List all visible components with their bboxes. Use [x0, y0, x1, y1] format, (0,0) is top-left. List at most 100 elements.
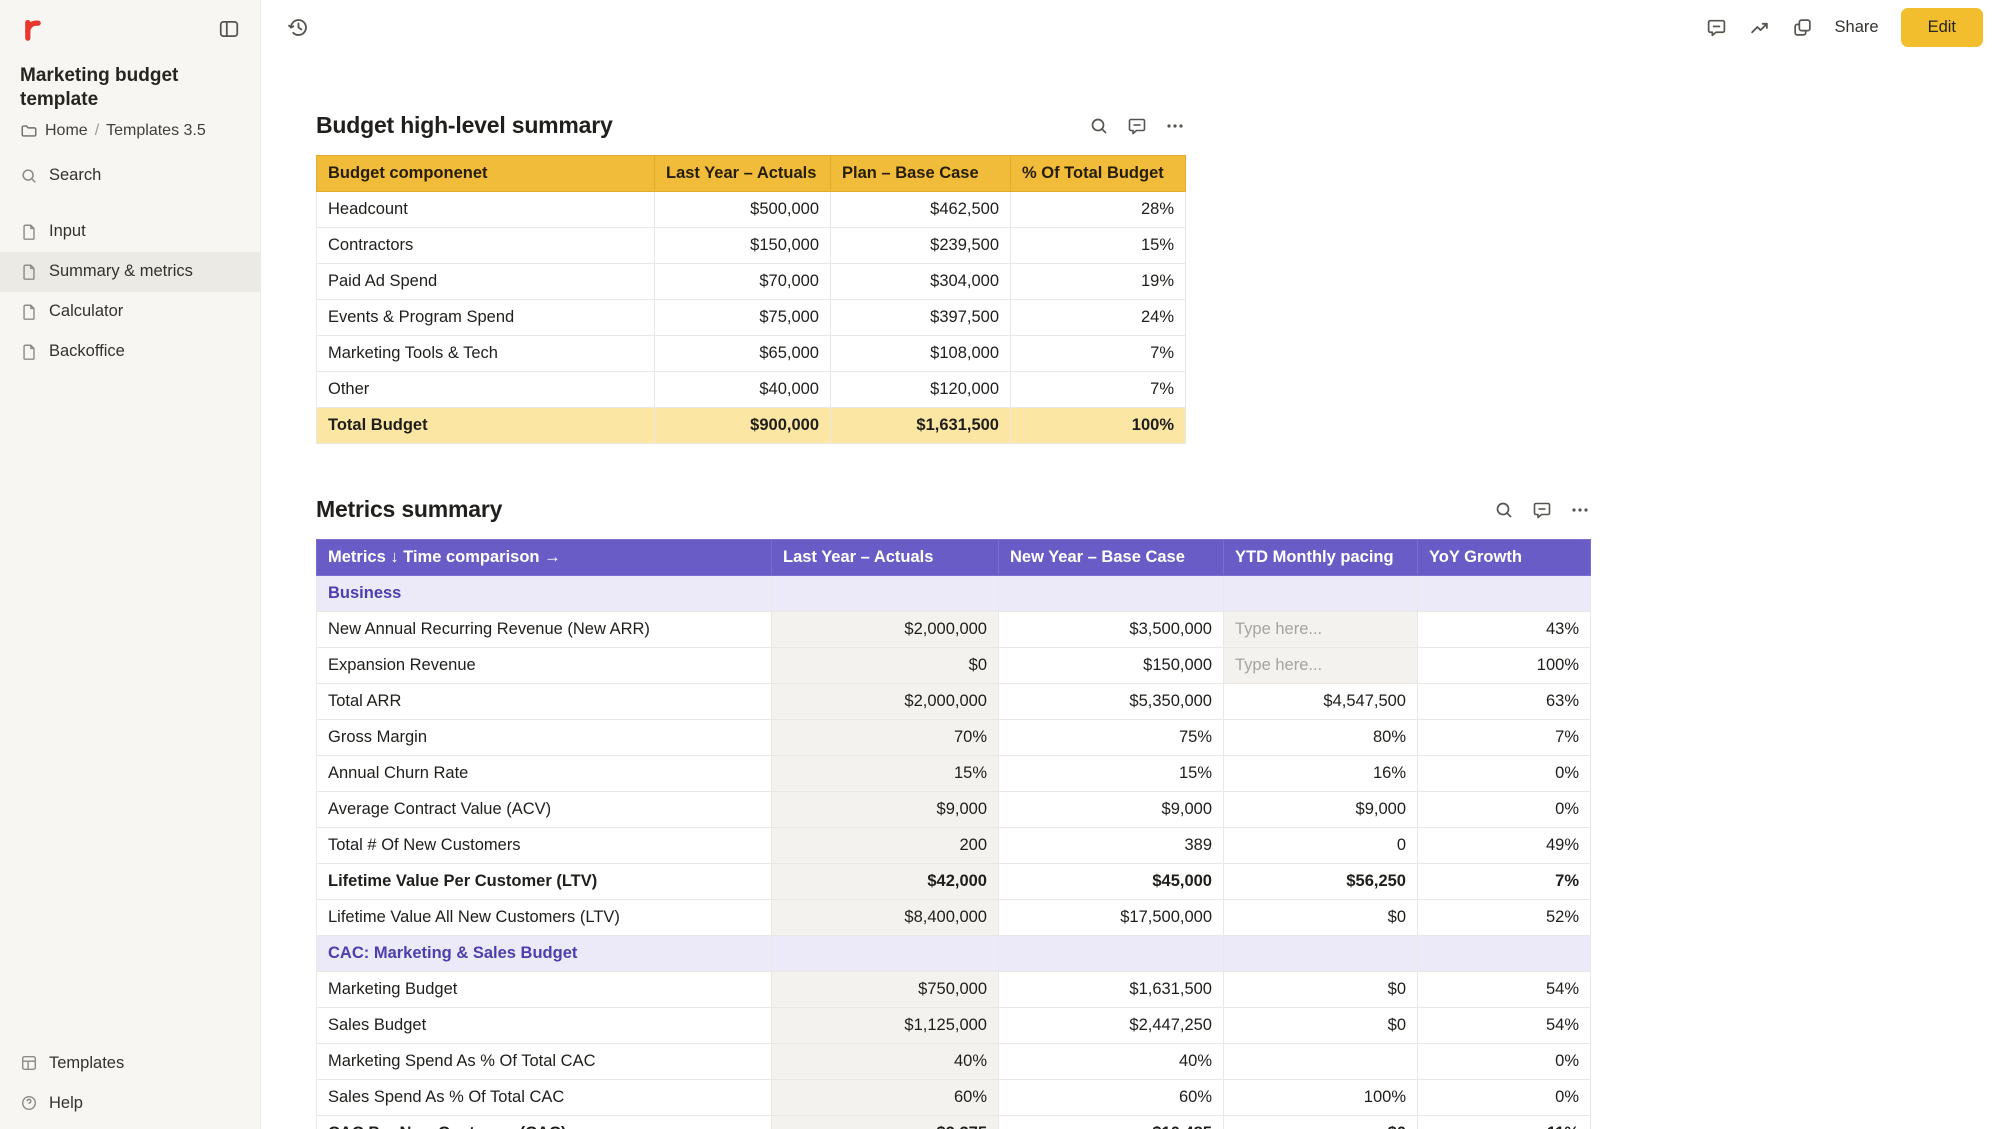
trend-icon[interactable] — [1749, 17, 1770, 38]
budget-cell[interactable]: 28% — [1010, 191, 1186, 228]
metrics-cell[interactable]: Total ARR — [316, 683, 772, 720]
budget-total-cell[interactable]: $1,631,500 — [830, 407, 1011, 444]
budget-cell[interactable]: Headcount — [316, 191, 655, 228]
metrics-cell[interactable]: 75% — [998, 719, 1224, 756]
history-icon[interactable] — [287, 16, 310, 39]
metrics-cell[interactable]: Average Contract Value (ACV) — [316, 791, 772, 828]
metrics-column-header[interactable]: Last Year – Actuals — [771, 539, 999, 576]
budget-cell[interactable]: 7% — [1010, 371, 1186, 408]
share-button[interactable]: Share — [1835, 18, 1879, 37]
metrics-cell[interactable]: 40% — [998, 1043, 1224, 1080]
more-icon[interactable] — [1165, 116, 1185, 136]
metrics-cell[interactable]: 49% — [1417, 827, 1591, 864]
metrics-cell[interactable]: Expansion Revenue — [316, 647, 772, 684]
metrics-cell[interactable]: 63% — [1417, 683, 1591, 720]
metrics-cell[interactable]: 43% — [1417, 611, 1591, 648]
budget-cell[interactable]: $462,500 — [830, 191, 1011, 228]
budget-cell[interactable]: $65,000 — [654, 335, 831, 372]
metrics-cell[interactable]: 0% — [1417, 1079, 1591, 1116]
section-label-cell[interactable]: CAC: Marketing & Sales Budget — [316, 935, 772, 972]
metrics-cell[interactable]: 389 — [998, 827, 1224, 864]
metrics-cell[interactable]: 54% — [1417, 971, 1591, 1008]
budget-cell[interactable]: 19% — [1010, 263, 1186, 300]
budget-cell[interactable]: $108,000 — [830, 335, 1011, 372]
metrics-cell[interactable]: 52% — [1417, 899, 1591, 936]
sidebar-item-calculator[interactable]: Calculator — [0, 292, 260, 332]
document-canvas[interactable]: Budget high-level summary Budget compone… — [261, 54, 1999, 1129]
metrics-cell[interactable]: 15% — [771, 755, 999, 792]
metrics-cell[interactable]: $0 — [1223, 899, 1418, 936]
metrics-table-title[interactable]: Metrics summary — [316, 496, 502, 523]
budget-cell[interactable]: $150,000 — [654, 227, 831, 264]
budget-table-title[interactable]: Budget high-level summary — [316, 112, 613, 139]
metrics-cell[interactable]: Lifetime Value All New Customers (LTV) — [316, 899, 772, 936]
metrics-cell[interactable]: $2,447,250 — [998, 1007, 1224, 1044]
metrics-cell[interactable]: $3,500,000 — [998, 611, 1224, 648]
budget-cell[interactable]: 15% — [1010, 227, 1186, 264]
search-button[interactable]: Search — [0, 156, 260, 196]
sidebar-item-summary-metrics[interactable]: Summary & metrics — [0, 251, 260, 292]
metrics-cell[interactable]: $0 — [1223, 1007, 1418, 1044]
comment-icon[interactable] — [1532, 500, 1552, 520]
metrics-cell[interactable]: Type here... — [1223, 647, 1418, 684]
metrics-cell[interactable]: Gross Margin — [316, 719, 772, 756]
metrics-cell[interactable]: 80% — [1223, 719, 1418, 756]
metrics-cell[interactable]: $2,000,000 — [771, 683, 999, 720]
budget-cell[interactable]: 7% — [1010, 335, 1186, 372]
comment-icon[interactable] — [1127, 116, 1147, 136]
metrics-cell[interactable]: $17,500,000 — [998, 899, 1224, 936]
budget-column-header[interactable]: Last Year – Actuals — [654, 155, 831, 192]
metrics-cell[interactable]: $0 — [1223, 1115, 1418, 1129]
metrics-cell[interactable]: Annual Churn Rate — [316, 755, 772, 792]
metrics-cell[interactable]: $1,631,500 — [998, 971, 1224, 1008]
more-icon[interactable] — [1570, 500, 1590, 520]
metrics-cell[interactable]: 100% — [1417, 647, 1591, 684]
metrics-cell[interactable]: $2,000,000 — [771, 611, 999, 648]
metrics-cell[interactable]: $4,547,500 — [1223, 683, 1418, 720]
budget-cell[interactable]: $120,000 — [830, 371, 1011, 408]
rows-logo[interactable] — [20, 16, 46, 42]
budget-column-header[interactable]: % Of Total Budget — [1010, 155, 1186, 192]
metrics-cell[interactable]: $150,000 — [998, 647, 1224, 684]
metrics-cell[interactable]: $750,000 — [771, 971, 999, 1008]
section-label-cell[interactable]: Business — [316, 575, 772, 612]
edit-button[interactable]: Edit — [1900, 7, 1983, 47]
metrics-cell[interactable]: $56,250 — [1223, 863, 1418, 900]
sidebar-item-backoffice[interactable]: Backoffice — [0, 332, 260, 372]
metrics-cell[interactable]: $42,000 — [771, 863, 999, 900]
metrics-cell[interactable]: 7% — [1417, 863, 1591, 900]
budget-cell[interactable]: Contractors — [316, 227, 655, 264]
budget-cell[interactable]: $304,000 — [830, 263, 1011, 300]
metrics-cell[interactable]: 40% — [771, 1043, 999, 1080]
metrics-cell[interactable]: New Annual Recurring Revenue (New ARR) — [316, 611, 772, 648]
breadcrumb-current[interactable]: Templates 3.5 — [106, 122, 206, 140]
metrics-cell[interactable]: 60% — [998, 1079, 1224, 1116]
budget-total-cell[interactable]: Total Budget — [316, 407, 655, 444]
budget-cell[interactable]: $75,000 — [654, 299, 831, 336]
metrics-cell[interactable]: 16% — [1223, 755, 1418, 792]
sidebar-item-input[interactable]: Input — [0, 212, 260, 252]
metrics-cell[interactable] — [1223, 1043, 1418, 1080]
metrics-cell[interactable]: $8,400,000 — [771, 899, 999, 936]
metrics-cell[interactable]: $9,000 — [998, 791, 1224, 828]
metrics-cell[interactable]: 11% — [1417, 1115, 1591, 1129]
metrics-cell[interactable]: $45,000 — [998, 863, 1224, 900]
budget-column-header[interactable]: Plan – Base Case — [830, 155, 1011, 192]
metrics-cell[interactable]: 70% — [771, 719, 999, 756]
metrics-column-header[interactable]: Metrics ↓ Time comparison → — [316, 539, 772, 576]
metrics-cell[interactable]: Lifetime Value Per Customer (LTV) — [316, 863, 772, 900]
metrics-cell[interactable]: 0% — [1417, 755, 1591, 792]
metrics-cell[interactable]: Sales Spend As % Of Total CAC — [316, 1079, 772, 1116]
metrics-cell[interactable]: 0% — [1417, 1043, 1591, 1080]
metrics-cell[interactable]: $0 — [771, 647, 999, 684]
metrics-cell[interactable]: 54% — [1417, 1007, 1591, 1044]
sidebar-item-templates[interactable]: Templates — [0, 1043, 260, 1083]
budget-cell[interactable]: Marketing Tools & Tech — [316, 335, 655, 372]
budget-cell[interactable]: 24% — [1010, 299, 1186, 336]
budget-cell[interactable]: Paid Ad Spend — [316, 263, 655, 300]
budget-cell[interactable]: $500,000 — [654, 191, 831, 228]
metrics-cell[interactable]: 7% — [1417, 719, 1591, 756]
search-icon[interactable] — [1089, 116, 1109, 136]
metrics-cell[interactable]: $5,350,000 — [998, 683, 1224, 720]
metrics-cell[interactable]: $9,375 — [771, 1115, 999, 1129]
